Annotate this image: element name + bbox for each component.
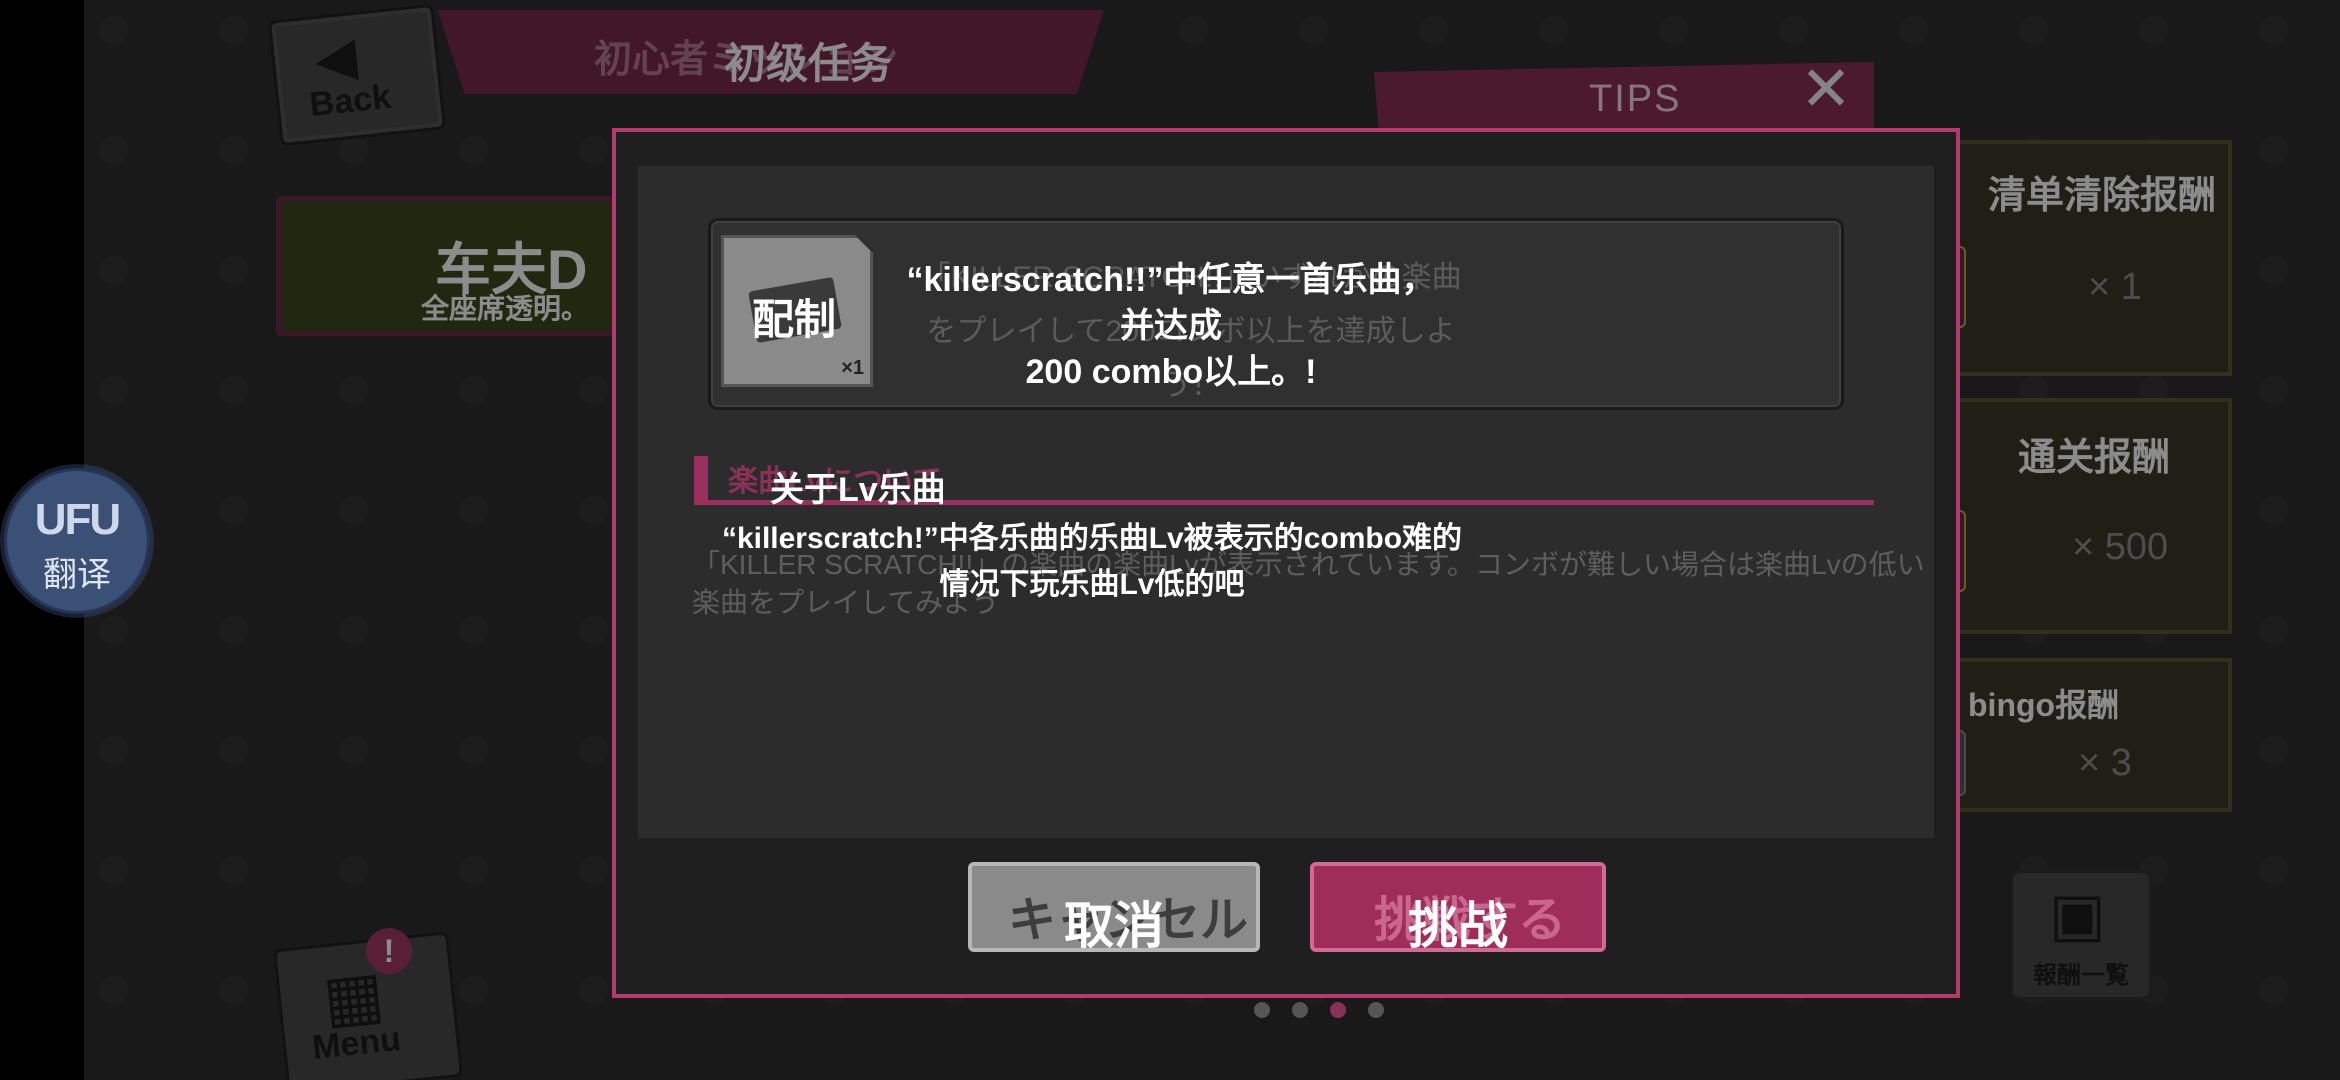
mission-card: 配制 ×1 「KILLER SCRATCH!!」いずれかの楽曲をプレイして200… (708, 218, 1844, 410)
cancel-button[interactable]: キャンセル 取消 (968, 862, 1260, 954)
page-dot[interactable] (1368, 1002, 1384, 1018)
section-title: 关于Lv乐曲 (770, 471, 946, 509)
cancel-label: 取消 (1064, 898, 1164, 954)
section-body: “killerscratch!”中各乐曲的乐曲Lv被表示的combo难的 情况下… (692, 516, 1492, 608)
challenge-button[interactable]: 挑戦する 挑战 (1310, 862, 1606, 954)
mission-dialog: 配制 ×1 「KILLER SCRATCH!!」いずれかの楽曲をプレイして200… (612, 128, 1960, 998)
pagination-dots (1254, 1002, 1384, 1018)
page-dot-active[interactable] (1330, 1002, 1346, 1018)
section-line: 情况下玩乐曲Lv低的吧 (939, 568, 1245, 601)
item-name: 配制 (752, 296, 837, 343)
reward-item-icon: 配制 ×1 (721, 235, 873, 387)
translate-button[interactable]: UFU 翻译 (4, 468, 150, 614)
translate-logo-icon: UFU (34, 495, 121, 544)
mission-line: “killerscratch!!”中任意一首乐曲，并达成 (906, 261, 1436, 345)
challenge-label: 挑战 (1408, 898, 1508, 954)
page-dot[interactable] (1254, 1002, 1270, 1018)
page-dot[interactable] (1292, 1002, 1308, 1018)
item-count: ×1 (841, 357, 864, 379)
section-header: 楽曲Lvについて 关于Lv乐曲 (694, 456, 1874, 509)
mission-description: “killerscratch!!”中任意一首乐曲，并达成 200 combo以上… (901, 257, 1441, 395)
translate-label: 翻译 (43, 556, 111, 594)
mission-line: 200 combo以上。! (1025, 353, 1317, 391)
game-screen: ◀ Back 初心者ミッション 初级任务 TIPS ✕ 车夫D 全座席透明。 清… (84, 0, 2340, 1080)
dialog-content: 配制 ×1 「KILLER SCRATCH!!」いずれかの楽曲をプレイして200… (638, 166, 1934, 838)
section-line: “killerscratch!”中各乐曲的乐曲Lv被表示的combo难的 (721, 522, 1463, 555)
section-bar (694, 456, 708, 500)
